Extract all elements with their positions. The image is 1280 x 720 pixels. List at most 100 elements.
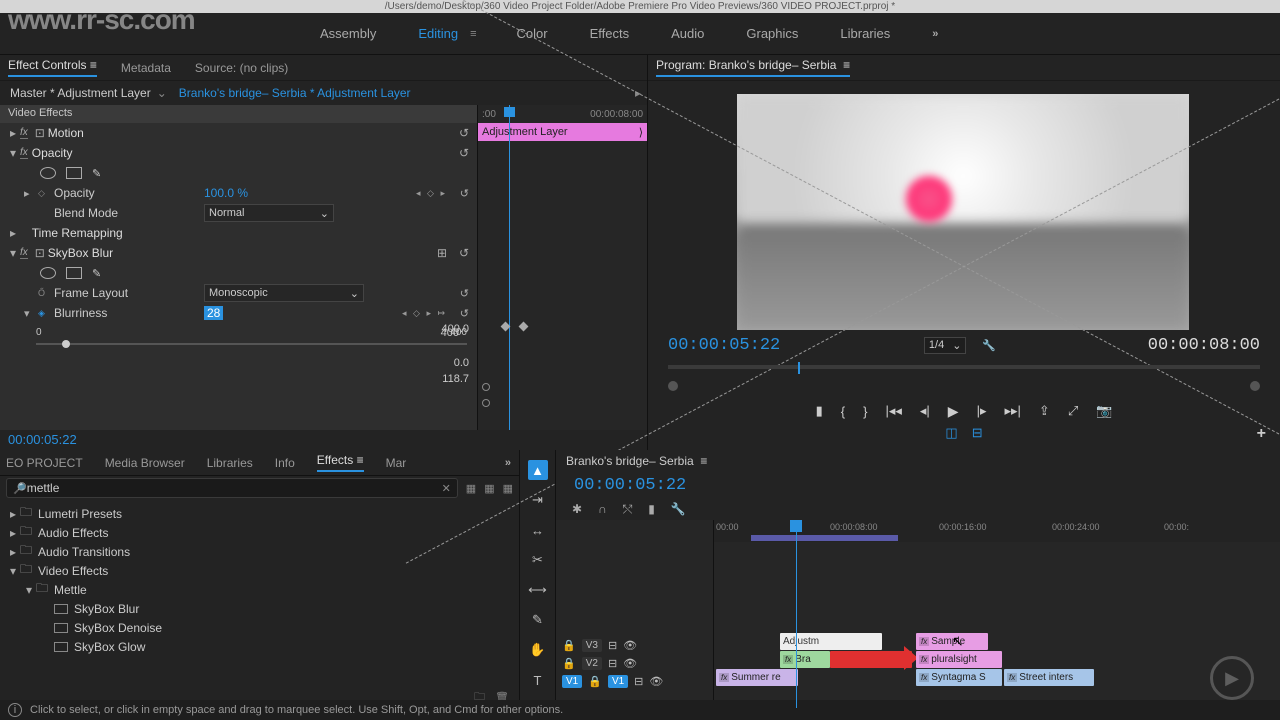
extract-icon[interactable]: ⤢ [1068, 403, 1078, 419]
eye-icon[interactable]: 👁 [623, 639, 637, 652]
play-icon[interactable]: ▶ [948, 403, 959, 420]
search-input[interactable] [27, 481, 438, 495]
step-back-icon[interactable]: ◂| [920, 403, 930, 419]
sync-icon[interactable]: ⊟ [634, 675, 643, 688]
fx-filter-icon[interactable]: ▦ [503, 482, 513, 495]
go-out-icon[interactable]: ▸▸| [1004, 403, 1020, 419]
lock-icon[interactable]: 🔒 [562, 657, 576, 670]
selection-tool[interactable]: ▲ [528, 460, 548, 480]
tab-info[interactable]: Info [275, 456, 295, 470]
effect-master-breadcrumb[interactable]: Master * Adjustment Layer ⌄ Branko's bri… [0, 81, 647, 105]
workspace-effects[interactable]: Effects [590, 26, 630, 41]
workspace-audio[interactable]: Audio [671, 26, 704, 41]
wrench-icon[interactable]: 🔧 [982, 339, 996, 352]
clip-branko[interactable]: fxBra [780, 651, 830, 668]
program-time-ruler[interactable] [668, 359, 1260, 377]
pen-mask-icon[interactable]: ✎ [92, 267, 101, 280]
effect-opacity[interactable]: ▾fxOpacity↺ [0, 143, 477, 163]
track-header-v3[interactable]: 🔒V3 ⊟👁 [556, 636, 713, 654]
frame-layout-select[interactable]: Monoscopic⌄ [204, 284, 364, 302]
tree-folder[interactable]: ▸🗀Audio Effects [0, 523, 519, 542]
mini-playhead[interactable] [509, 105, 510, 430]
tree-folder[interactable]: ▸🗀Lumetri Presets [0, 504, 519, 523]
settings-icon[interactable]: 🔧 [671, 502, 686, 516]
reset-icon[interactable]: ↺ [459, 126, 469, 140]
mini-clip-adjustment[interactable]: Adjustment Layer⟩ [478, 123, 647, 141]
eye-icon[interactable]: 👁 [623, 657, 637, 670]
track-header-v2[interactable]: 🔒V2 ⊟👁 [556, 654, 713, 672]
graph-handle[interactable] [482, 399, 490, 407]
reset-icon[interactable]: ↺ [459, 246, 469, 260]
mark-out-icon[interactable]: { [841, 404, 845, 419]
eye-icon[interactable]: 👁 [649, 675, 663, 688]
effect-skybox-blur[interactable]: ▾fx⊡SkyBox Blur ⊞ ↺ [0, 243, 477, 263]
clip-syntagma[interactable]: fxSyntagma S [916, 669, 1002, 686]
panel-burger-icon[interactable]: ≡ [90, 58, 97, 72]
timeline-tracks[interactable]: 00:0000:00:08:0000:00:16:0000:00:24:0000… [714, 520, 1280, 708]
razor-tool[interactable]: ✂ [528, 550, 548, 570]
button-editor-add[interactable]: + [1257, 425, 1266, 443]
sync-icon[interactable]: ⊟ [608, 639, 617, 652]
comparison-view-icon[interactable]: ◫ [945, 425, 957, 441]
clip-street[interactable]: fxStreet inters [1004, 669, 1094, 686]
tab-effects-panel[interactable]: Effects ≡ [317, 453, 364, 472]
tab-markers[interactable]: Mar [386, 456, 407, 470]
tab-libraries[interactable]: Libraries [207, 456, 253, 470]
clip-summer[interactable]: fxSummer re [716, 669, 798, 686]
reset-icon[interactable]: ↺ [459, 146, 469, 160]
clip-pluralsight[interactable]: fxpluralsight [916, 651, 1002, 668]
clear-search-icon[interactable]: ✕ [442, 482, 451, 495]
hand-tool[interactable]: ✋ [528, 640, 548, 660]
linked-sel-icon[interactable]: ⤲ [623, 502, 633, 517]
fx-filter-icon[interactable]: ▦ [466, 482, 476, 495]
go-in-icon[interactable]: |◂◂ [885, 403, 901, 419]
lock-icon[interactable]: 🔒 [588, 675, 602, 688]
tab-metadata[interactable]: Metadata [121, 61, 171, 75]
marker-icon[interactable]: ▮ [648, 502, 655, 516]
ellipse-mask-icon[interactable] [40, 167, 56, 179]
pen-mask-icon[interactable]: ✎ [92, 167, 101, 180]
sequence-tab[interactable]: Branko's bridge– Serbia ≡ [566, 454, 707, 468]
effect-time-remap[interactable]: ▸fxTime Remapping [0, 223, 477, 243]
program-scale-select[interactable]: 1/4⌄ [924, 337, 967, 354]
timeline-timecode[interactable]: 00:00:05:22 [574, 476, 686, 495]
tab-project[interactable]: EO PROJECT [6, 456, 83, 470]
program-tab[interactable]: Program: Branko's bridge– Serbia ≡ [656, 58, 850, 77]
program-timecode-current[interactable]: 00:00:05:22 [668, 336, 780, 355]
tree-effect-item[interactable]: SkyBox Glow [0, 637, 519, 656]
program-scrubber[interactable] [668, 381, 1260, 389]
rect-mask-icon[interactable] [66, 167, 82, 179]
in-out-range[interactable] [751, 535, 898, 541]
playhead[interactable] [796, 520, 797, 708]
magnet-icon[interactable]: ∩ [598, 502, 607, 516]
blurriness-slider[interactable]: 0 400 400 [36, 327, 467, 357]
graph-handle[interactable] [482, 383, 490, 391]
tab-media-browser[interactable]: Media Browser [105, 456, 185, 470]
lift-icon[interactable]: ⇪ [1039, 403, 1050, 419]
workspace-overflow-icon[interactable]: » [932, 28, 938, 40]
slip-tool[interactable]: ⟷ [528, 580, 548, 600]
overflow-icon[interactable]: » [505, 457, 511, 469]
snap-icon[interactable]: ✱ [572, 502, 582, 516]
blend-mode-select[interactable]: Normal⌄ [204, 204, 334, 222]
settings-icon[interactable]: ⊞ [437, 246, 447, 260]
mark-in-icon[interactable]: ▮ [816, 403, 823, 419]
vr-toggle-icon[interactable]: ⊟ [972, 425, 983, 441]
param-opacity[interactable]: ▸◇Opacity100.0 % ◂ ◇ ▸↺ [0, 183, 477, 203]
effects-search[interactable]: 🔎 ✕ [6, 478, 458, 498]
fx-filter-icon[interactable]: ▦ [484, 482, 494, 495]
effect-motion[interactable]: ▸fx⊡Motion↺ [0, 123, 477, 143]
export-frame-icon[interactable]: 📷 [1096, 403, 1112, 419]
blurriness-input[interactable]: 28 [204, 306, 223, 320]
workspace-graphics[interactable]: Graphics [746, 26, 798, 41]
sync-icon[interactable]: ⊟ [608, 657, 617, 670]
workspace-assembly[interactable]: Assembly [320, 26, 376, 41]
ripple-tool[interactable]: ↔ [528, 520, 548, 540]
workspace-color[interactable]: Color [517, 26, 548, 41]
program-monitor[interactable] [737, 94, 1189, 330]
tab-effect-controls[interactable]: Effect Controls ≡ [8, 58, 97, 77]
mark-clip-icon[interactable]: } [863, 404, 867, 419]
tree-effect-item[interactable]: SkyBox Denoise [0, 618, 519, 637]
tree-folder[interactable]: ▾🗀Video Effects [0, 561, 519, 580]
track-header-v1[interactable]: V1🔒V1 ⊟👁 [556, 672, 713, 690]
